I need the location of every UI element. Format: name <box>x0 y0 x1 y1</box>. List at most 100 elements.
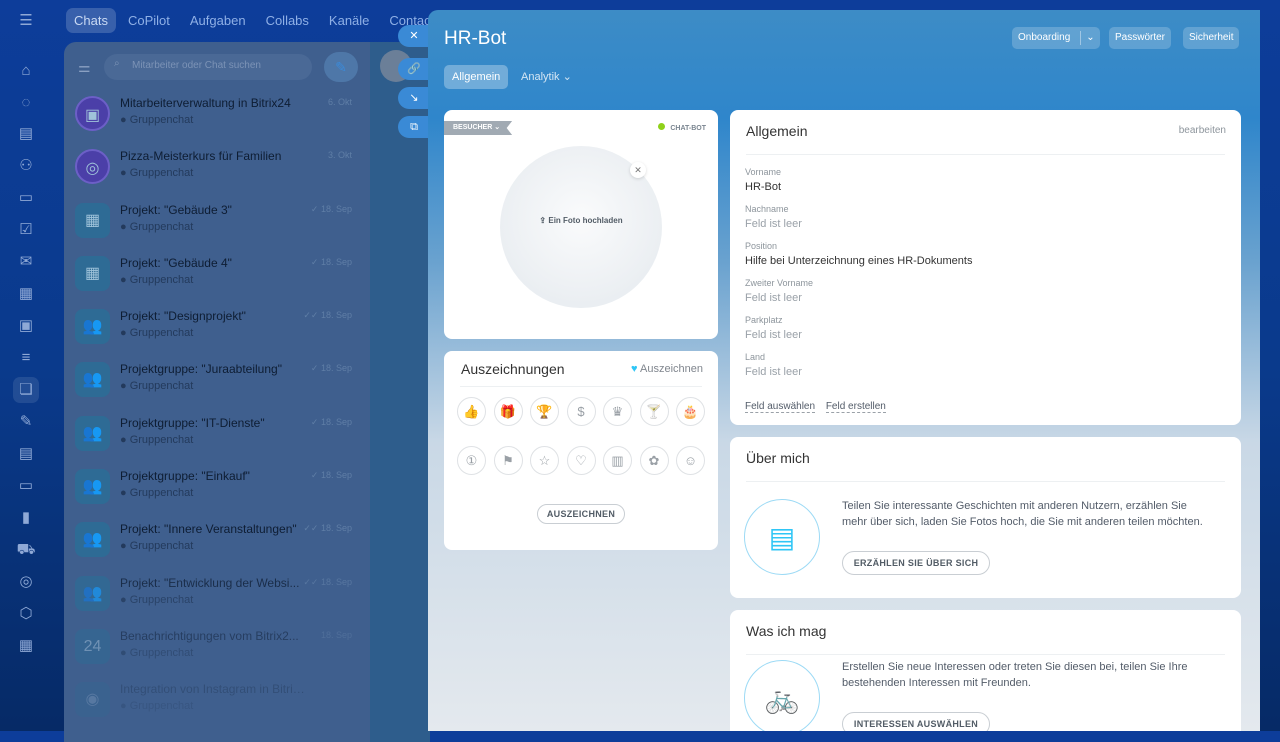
copilot-icon[interactable]: ◌ <box>13 90 39 116</box>
onboarding-button[interactable]: Onboarding ⌄ <box>1012 27 1100 49</box>
chat-type-label: Gruppenchat <box>129 327 194 340</box>
chat-list-item[interactable]: 👥 Projekt: "Designprojekt" ● Gruppenchat… <box>64 301 370 354</box>
select-field-link[interactable]: Feld auswählen <box>745 401 816 413</box>
chat-type-label: Gruppenchat <box>129 540 194 553</box>
role-badge[interactable]: BESUCHER ⌄ <box>444 121 513 135</box>
grid-icon[interactable]: ▦ <box>13 633 39 659</box>
chat-type: ● Gruppenchat <box>120 114 194 126</box>
chat-list-item[interactable]: ▦ Projekt: "Gebäude 3" ● Gruppenchat ✓ 1… <box>64 195 370 248</box>
field-value: Feld ist leer <box>745 366 802 378</box>
chat-list-item[interactable]: 👥 Projektgruppe: "IT-Dienste" ● Gruppenc… <box>64 408 370 461</box>
award-icon[interactable]: ☺ <box>676 446 705 475</box>
feed-icon[interactable]: ▤ <box>13 121 39 147</box>
award-icon[interactable]: ⚑ <box>493 446 523 475</box>
chat-list-item[interactable]: 24 Benachrichtigungen vom Bitrix2... ● G… <box>64 621 370 674</box>
award-icon[interactable]: ▥ <box>603 446 632 475</box>
board-icon[interactable]: ▣ <box>13 313 39 339</box>
close-slider-button[interactable]: ✕ <box>398 25 430 47</box>
chat-type-label: Gruppenchat <box>129 700 194 713</box>
contact-card-icon[interactable]: ▭ <box>13 473 39 499</box>
chat-list-item[interactable]: ◎ Pizza-Meisterkurs für Familien ● Grupp… <box>64 141 370 194</box>
nav-tasks[interactable]: Aufgaben <box>182 8 254 33</box>
inventory-icon[interactable]: ▤ <box>13 441 39 467</box>
upload-photo-button[interactable]: ⇪ Ein Foto hochladen <box>500 216 662 225</box>
chat-date: ✓ 18. Sep <box>310 470 352 481</box>
chevron-down-icon[interactable]: ⌄ <box>1080 31 1100 45</box>
award-icon[interactable]: $ <box>566 397 596 426</box>
nav-channels[interactable]: Kanäle <box>321 8 377 33</box>
minimize-button[interactable]: ↘ <box>398 87 430 109</box>
new-chat-button[interactable]: ✎ <box>324 52 358 82</box>
security-button[interactable]: Sicherheit <box>1183 27 1240 49</box>
left-sidebar: ☰ ⌂ ◌ ▤ ⚇ ▭ ☑ ✉ ▦ ▣ ≡ ❏ ✎ ▤ ▭ ▮ ⛟ ◎ ⬡ ▦ <box>0 0 52 731</box>
chat-name: Projektgruppe: "Einkauf" <box>120 469 250 484</box>
chat-name: Mitarbeiterverwaltung in Bitrix24 <box>120 96 291 110</box>
crm-icon[interactable]: ▭ <box>13 185 39 211</box>
tab-general[interactable]: Allgemein <box>444 65 509 89</box>
menu-icon[interactable]: ☰ <box>13 8 39 34</box>
copy-link-button[interactable]: 🔗 <box>398 58 430 80</box>
profile-slider: HR-Bot Onboarding ⌄ Passwörter Sicherheit… <box>428 10 1260 731</box>
award-icon[interactable]: 🎂 <box>676 397 705 426</box>
home-icon[interactable]: ⌂ <box>13 58 39 84</box>
team-icon[interactable]: ⚇ <box>13 153 39 179</box>
mail-icon[interactable]: ✉ <box>13 249 39 275</box>
profile-field: Zweiter Vorname Feld ist leer <box>745 278 972 304</box>
give-award-button[interactable]: AUSZEICHNEN <box>537 504 625 524</box>
chat-date: 3. Okt <box>327 150 352 161</box>
award-icon[interactable]: 👍 <box>457 397 486 426</box>
stack-icon[interactable]: ≡ <box>13 345 39 371</box>
nav-chats[interactable]: Chats <box>66 8 116 33</box>
target-icon[interactable]: ◎ <box>13 569 39 595</box>
analytics-icon[interactable]: ▮ <box>13 505 39 531</box>
calendar-icon[interactable]: ▦ <box>13 281 39 307</box>
award-icon[interactable]: ♡ <box>566 446 596 475</box>
create-field-link[interactable]: Feld erstellen <box>825 401 886 413</box>
award-icon[interactable]: ① <box>457 446 486 475</box>
chat-search-input[interactable]: ⌕ Mitarbeiter oder Chat suchen <box>104 54 312 80</box>
chat-list-item[interactable]: ▣ Mitarbeiterverwaltung in Bitrix24 ● Gr… <box>64 88 370 141</box>
tab-analytics[interactable]: Analytik ⌄ <box>513 65 580 89</box>
open-new-window-button[interactable]: ⧉ <box>398 116 430 138</box>
chat-name: Pizza-Meisterkurs für Familien <box>120 149 282 164</box>
sign-icon[interactable]: ✎ <box>13 409 39 435</box>
edit-link[interactable]: bearbeiten <box>1179 125 1226 136</box>
award-icon[interactable]: 🍸 <box>639 397 669 426</box>
chat-date: ✓ 18. Sep <box>310 256 352 267</box>
chat-list-item[interactable]: 👥 Projekt: "Entwicklung der Websi... ● G… <box>64 568 370 621</box>
award-icon[interactable]: ☆ <box>530 446 559 475</box>
cart-icon[interactable]: ⛟ <box>13 537 39 563</box>
chat-name: Projektgruppe: "IT-Dienste" <box>120 415 265 430</box>
tasks-icon[interactable]: ☑ <box>13 217 39 243</box>
nav-collabs[interactable]: Collabs <box>258 8 317 33</box>
bicycle-camera-icon: 🚲 <box>744 660 820 731</box>
chat-icon[interactable]: ❏ <box>13 377 39 403</box>
field-label: Vorname <box>745 167 782 177</box>
filter-icon[interactable]: ⚌ <box>78 59 91 76</box>
chat-list-item[interactable]: 👥 Projektgruppe: "Juraabteilung" ● Grupp… <box>64 354 370 407</box>
passwords-button[interactable]: Passwörter <box>1109 27 1172 49</box>
chat-list-item[interactable]: 👥 Projektgruppe: "Einkauf" ● Gruppenchat… <box>64 461 370 514</box>
chat-list-item[interactable]: ◉ Integration von Instagram in Bitrix24 … <box>64 674 370 727</box>
award-icon[interactable]: ✿ <box>639 446 669 475</box>
award-icon[interactable]: 🏆 <box>530 397 559 426</box>
chat-list-item[interactable]: 👥 Projekt: "Innere Veranstaltungen" ● Gr… <box>64 514 370 567</box>
tell-about-yourself-button[interactable]: ERZÄHLEN SIE ÜBER SICH <box>842 551 990 575</box>
chat-type: ● Gruppenchat <box>120 487 194 500</box>
chat-type-label: Gruppenchat <box>129 593 194 606</box>
select-interests-button[interactable]: INTERESSEN AUSWÄHLEN <box>842 712 990 731</box>
chat-type: ● Gruppenchat <box>120 167 194 180</box>
external-link-icon: ⧉ <box>410 121 418 133</box>
chat-avatar: 👥 <box>75 575 110 611</box>
remove-photo-button[interactable]: ✕ <box>630 162 646 178</box>
chat-type-label: Gruppenchat <box>129 273 194 286</box>
awards-title: Auszeichnungen <box>461 361 565 377</box>
award-icon[interactable]: 🎁 <box>493 397 523 426</box>
box-icon[interactable]: ⬡ <box>13 601 39 627</box>
chat-name: Projektgruppe: "Juraabteilung" <box>120 362 282 377</box>
nav-copilot[interactable]: CoPilot <box>120 8 178 33</box>
award-icon[interactable]: ♛ <box>603 397 632 426</box>
chat-name: Projekt: "Gebäude 4" <box>120 255 232 270</box>
chat-list-item[interactable]: ▦ Projekt: "Gebäude 4" ● Gruppenchat ✓ 1… <box>64 248 370 301</box>
give-award-link[interactable]: ♥ Auszeichnen <box>631 363 703 375</box>
